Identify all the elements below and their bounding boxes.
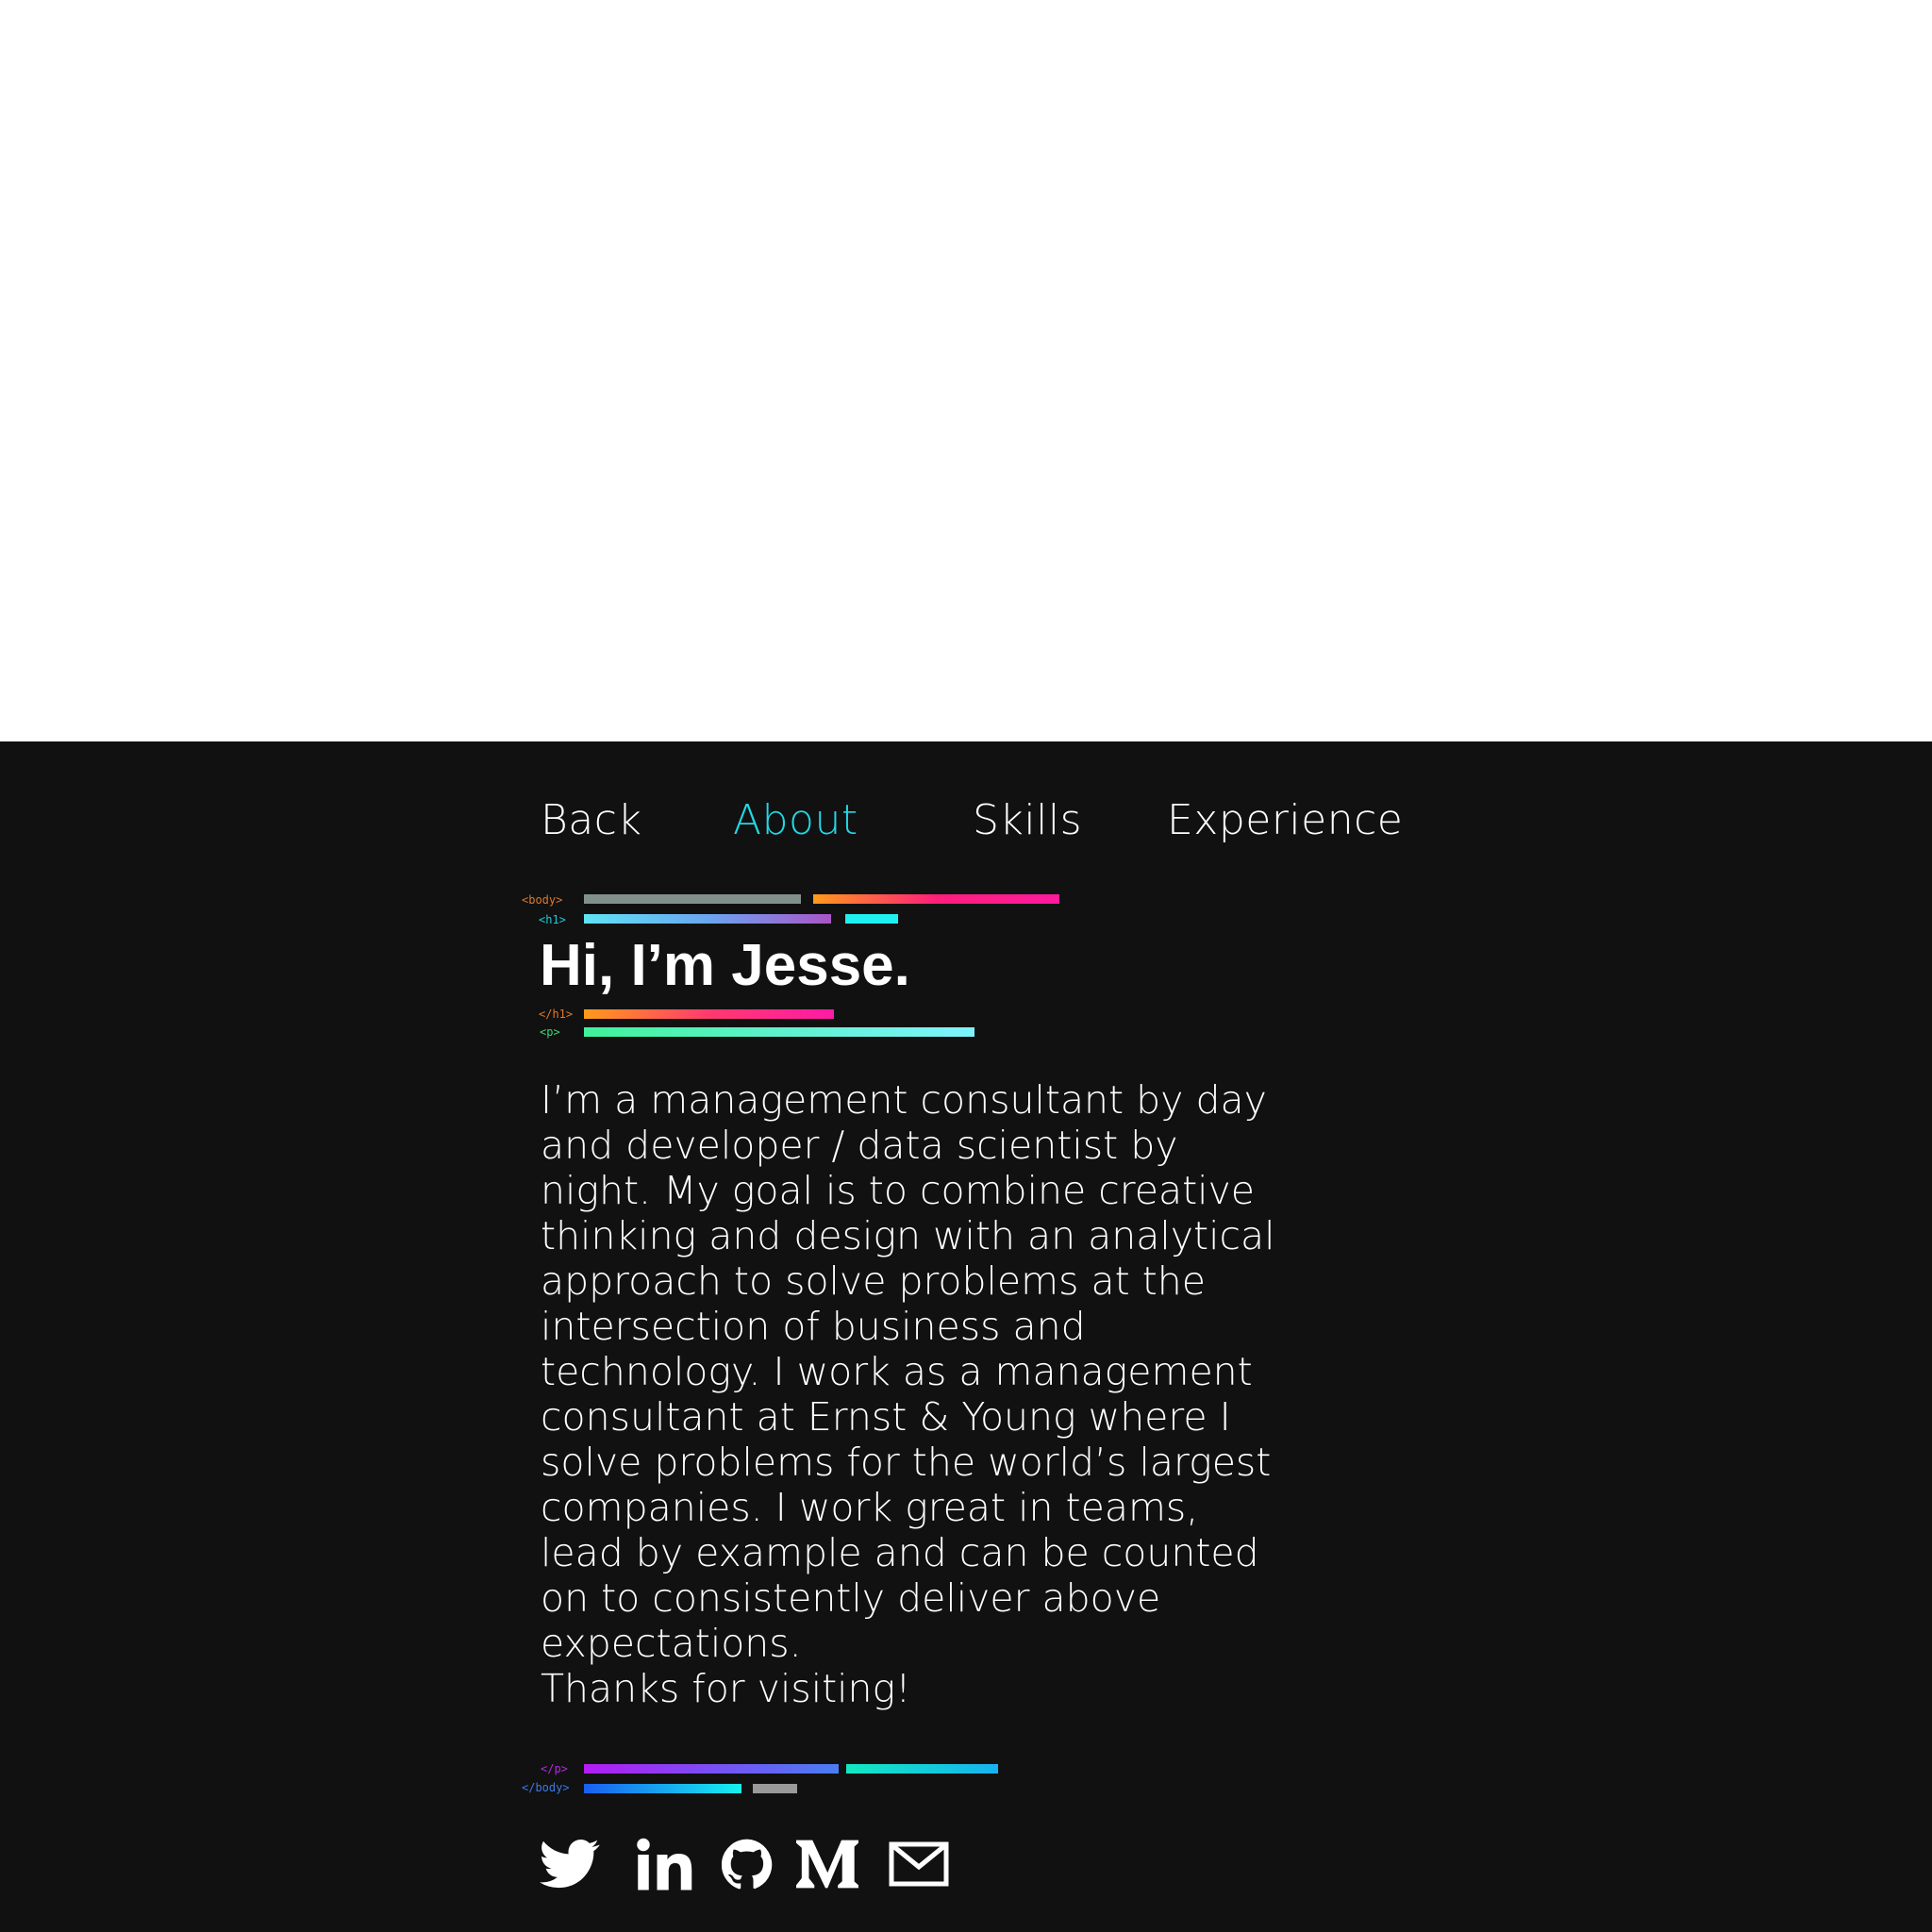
code-bar [584, 894, 801, 904]
nav-experience-link[interactable]: Experience [1167, 794, 1403, 847]
code-bar [584, 1009, 834, 1019]
code-bar [584, 1764, 839, 1774]
bio-line: technology. I work as a management [541, 1349, 1253, 1394]
bio-line: companies. I work great in teams, [541, 1485, 1199, 1530]
code-bar [845, 914, 898, 924]
twitter-icon [540, 1840, 600, 1889]
h1-open-tag: <h1> [539, 913, 566, 926]
linkedin-link[interactable] [635, 1834, 695, 1894]
code-bar [584, 1027, 974, 1037]
code-bar [584, 914, 831, 924]
p-open-tag: <p> [540, 1025, 560, 1039]
bio-line: I’m a management consultant by day [541, 1077, 1267, 1123]
nav-back-link[interactable]: Back [541, 794, 641, 847]
bio-line: solve problems for the world’s largest [541, 1440, 1272, 1485]
linkedin-icon [637, 1838, 692, 1890]
medium-link[interactable] [795, 1834, 859, 1894]
bio-line: approach to solve problems at the [541, 1258, 1207, 1304]
bio-line: consultant at Ernst & Young where I [541, 1394, 1231, 1440]
github-link[interactable] [721, 1834, 774, 1894]
bio-line: intersection of business and [541, 1304, 1086, 1349]
code-bar [846, 1764, 998, 1774]
bio-line: thinking and design with an analytical [541, 1213, 1275, 1258]
bio-line: night. My goal is to combine creative [541, 1168, 1256, 1213]
bio-line: Thanks for visiting! [541, 1666, 911, 1711]
email-icon [889, 1841, 949, 1887]
code-bar [584, 1784, 741, 1793]
code-bar [753, 1784, 797, 1793]
github-icon [722, 1839, 773, 1890]
email-link[interactable] [888, 1834, 950, 1894]
bio-line: lead by example and can be counted [541, 1530, 1259, 1575]
twitter-link[interactable] [539, 1834, 601, 1894]
nav-skills-link[interactable]: Skills [973, 794, 1082, 847]
code-bar [813, 894, 1059, 904]
p-close-tag: </p> [541, 1762, 568, 1775]
body-open-tag: <body> [522, 893, 563, 907]
medium-icon [796, 1840, 858, 1889]
nav-about-link[interactable]: About [733, 794, 858, 847]
bio-line: expectations. [541, 1621, 802, 1666]
page-title: Hi, I’m Jesse. [540, 933, 910, 998]
bio-line: and developer / data scientist by [541, 1123, 1178, 1168]
bio-line: on to consistently deliver above [541, 1575, 1161, 1621]
h1-close-tag: </h1> [539, 1008, 574, 1021]
body-close-tag: </body> [522, 1781, 570, 1794]
bio-paragraph: I’m a management consultant by day and de… [541, 1077, 1390, 1711]
